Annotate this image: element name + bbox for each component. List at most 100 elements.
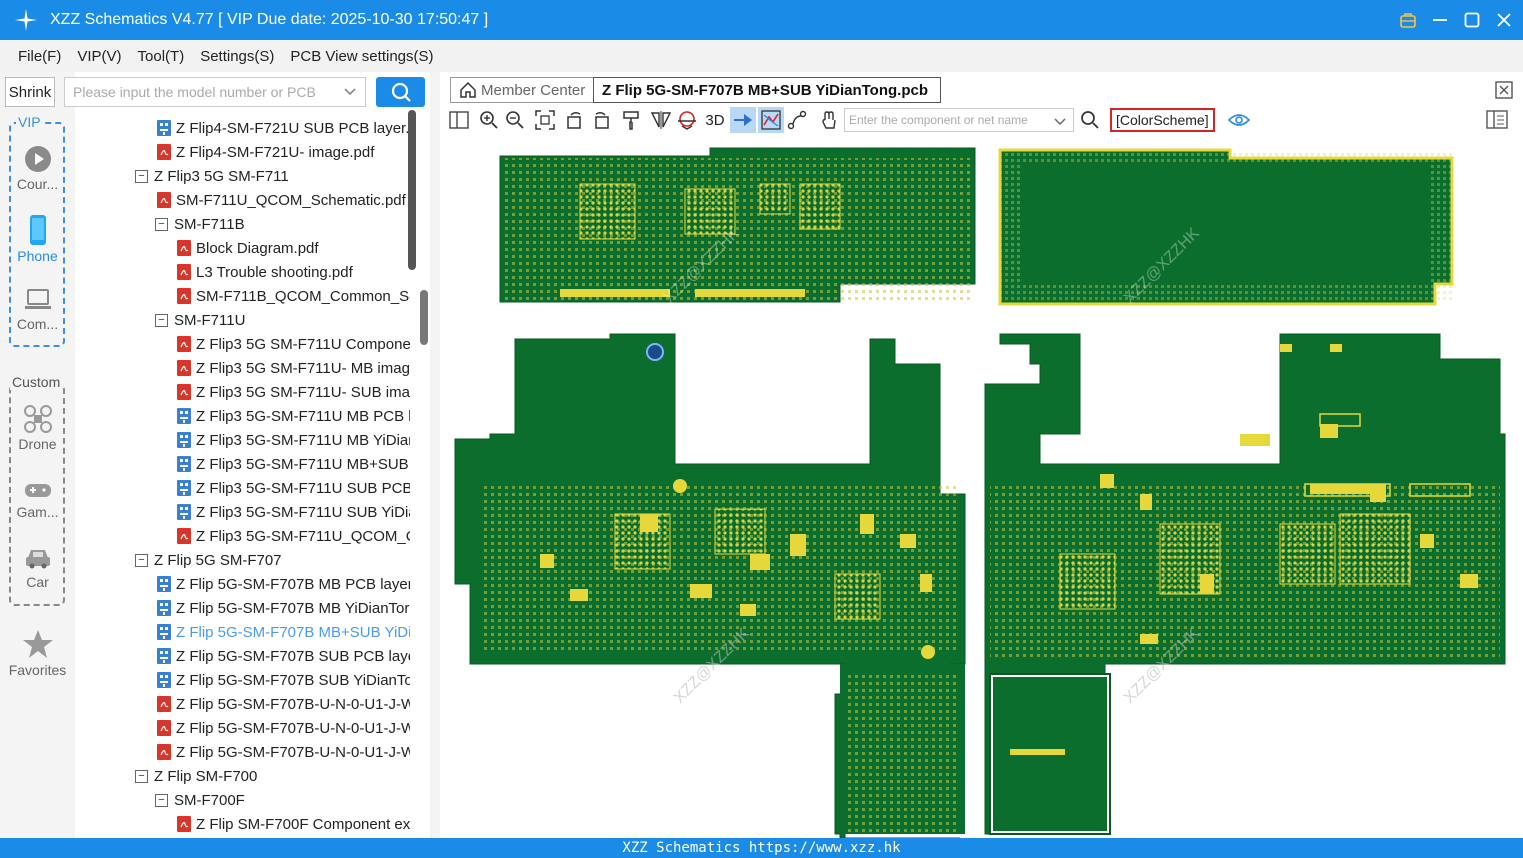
pcb-canvas[interactable]: XZZ@XZZHK XZZ@XZZHK XZZ@XZZHK XZZ@XZZHK [440,134,1523,838]
minimize-button[interactable] [1431,11,1449,29]
menu-settings[interactable]: Settings(S) [200,48,274,65]
nav-car[interactable]: Car [0,544,75,590]
tree-file[interactable]: Z Flip3 5G-SM-F711U SUB YiDia [177,500,410,524]
vip-bag-icon[interactable] [1399,11,1417,29]
chevron-down-icon[interactable] [343,84,357,98]
tree-item-label: Z Flip SM-F700 [154,767,258,785]
hand-button[interactable] [816,107,842,133]
tree-file[interactable]: Block Diagram.pdf [177,236,319,260]
pcb-file-icon [177,504,191,520]
collapse-toggle-icon[interactable]: − [155,313,168,327]
pcb-file-icon [157,600,171,616]
zoom-in-button[interactable] [476,107,502,133]
tree-folder[interactable]: − Z Flip 5G SM-F707 [135,548,282,572]
model-search-input[interactable]: Please input the model number or PCB [64,77,366,107]
tree-scrollbar-thumb[interactable] [420,290,428,345]
component-search-icon[interactable] [1080,110,1100,130]
pdf-file-icon [157,744,171,760]
tree-file[interactable]: Z Flip SM-F700F Component ex [177,812,410,836]
rotate-left-button[interactable] [562,107,588,133]
pdf-file-icon [177,360,191,376]
nav-courses[interactable]: Cour... [0,144,75,192]
pad [790,534,806,556]
menu-pcb-view-settings[interactable]: PCB View settings(S) [290,48,433,65]
maximize-button[interactable] [1463,11,1481,29]
tree-file[interactable]: Z Flip 5G-SM-F707B-U-N-0-U1-J-W [157,692,410,716]
tree-file[interactable]: Z Flip3 5G SM-F711U Compone [177,332,410,356]
tree-scrollbar[interactable] [408,110,416,270]
pcb-file-icon [177,480,191,496]
tree-file[interactable]: Z Flip4-SM-F721U SUB PCB layer.p [157,116,410,140]
search-button[interactable] [376,77,425,107]
tree-file[interactable]: Z Flip 5G-SM-F707B SUB PCB layer [157,644,410,668]
flip-button[interactable] [674,107,700,133]
tree-file[interactable]: Z Flip 5G-SM-F707B-U-N-0-U1-J-W [157,740,410,764]
zoom-out-button[interactable] [502,107,528,133]
net-highlight-button[interactable] [758,107,784,133]
tree-folder[interactable]: − SM-F711B [155,212,245,236]
tab-active-file[interactable]: Z Flip 5G-SM-F707B MB+SUB YiDianTong.pcb [593,77,941,103]
collapse-toggle-icon[interactable]: − [155,793,168,807]
rotate-right-button[interactable] [588,107,614,133]
shrink-button[interactable]: Shrink [5,77,55,107]
component-search-input[interactable]: Enter the component or net name [844,108,1074,132]
tree-file[interactable]: Z Flip 5G-SM-F707B MB PCB layer. [157,572,410,596]
close-tab-icon[interactable] [1495,81,1513,99]
app-logo-icon [15,9,37,31]
panel-splitter[interactable] [430,72,440,838]
tree-folder[interactable]: − SM-F700F [155,788,245,812]
pcb-board-view[interactable]: XZZ@XZZHK XZZ@XZZHK XZZ@XZZHK XZZ@XZZHK [440,134,1523,838]
pad [750,554,770,570]
collapse-toggle-icon[interactable]: − [155,217,168,231]
collapse-toggle-icon[interactable]: − [135,553,148,567]
nav-favorites[interactable]: Favorites [0,628,75,678]
tree-file[interactable]: Z Flip 5G-SM-F707B SUB YiDianTor [157,668,410,692]
tree-file[interactable]: Z Flip3 5G-SM-F711U MB PCB la [177,404,410,428]
menu-vip[interactable]: VIP(V) [77,48,121,65]
tree-item-label: Z Flip3 5G-SM-F711U_QCOM_Cc [196,527,410,545]
play-icon [24,146,51,172]
nav-game[interactable]: Gam... [0,478,75,520]
split-view-button[interactable] [446,107,472,133]
tree-file[interactable]: SM-F711U_QCOM_Schematic.pdf [157,188,406,212]
nav-drone[interactable]: Drone [0,404,75,452]
menu-file[interactable]: File(F) [18,48,61,65]
view-3d-button[interactable]: 3D [700,107,730,133]
fit-view-button[interactable] [532,107,558,133]
tab-member-center[interactable]: Member Center [450,77,595,103]
tree-file[interactable]: Z Flip 5G-SM-F707B-U-N-0-U1-J-W [157,716,410,740]
mirror-button[interactable] [648,107,674,133]
collapse-toggle-icon[interactable]: − [135,169,148,183]
chevron-down-icon[interactable] [1053,114,1067,128]
tree-file[interactable]: Z Flip3 5G-SM-F711U SUB PCB l [177,476,410,500]
tree-folder[interactable]: − Z Flip3 5G SM-F711 [135,164,289,188]
tree-file[interactable]: L3 Trouble shooting.pdf [177,260,353,284]
tree-file[interactable]: SM-F711B_QCOM_Common_Se [177,284,410,308]
pad [860,514,874,534]
menu-tool[interactable]: Tool(T) [138,48,185,65]
eye-icon[interactable] [1228,111,1250,129]
select-arrow-button[interactable] [730,107,756,133]
pad [1200,574,1214,594]
tree-file[interactable]: Z Flip3 5G-SM-F711U_QCOM_Cc [177,524,410,548]
tree-file[interactable]: Z Flip3 5G SM-F711U- MB imag [177,356,410,380]
tree-file[interactable]: Z Flip3 5G-SM-F711U MB YiDiar [177,428,410,452]
tree-folder[interactable]: − SM-F711U [155,308,245,332]
tree-file[interactable]: Z Flip3 5G-SM-F711U MB+SUB ' [177,452,410,476]
trace-button[interactable] [784,107,810,133]
tree-file[interactable]: Z Flip 5G-SM-F707B MB+SUB YiDi [157,620,410,644]
colorscheme-button[interactable]: [ColorScheme] [1110,108,1215,132]
nav-computer[interactable]: Com... [0,286,75,332]
tree-file[interactable]: Z Flip 5G-SM-F707B MB YiDianTor [157,596,409,620]
tree-file[interactable]: Z Flip3 5G SM-F711U- SUB imag [177,380,410,404]
search-icon [391,82,411,102]
nav-phone[interactable]: Phone [0,214,75,264]
tree-item-label: Z Flip 5G-SM-F707B-U-N-0-U1-J-W [176,719,410,737]
close-button[interactable] [1495,11,1513,29]
panel-toggle-icon[interactable] [1486,110,1508,130]
tree-folder[interactable]: − Z Flip SM-F700 [135,764,257,788]
paint-button[interactable] [618,107,644,133]
tree-item-label: Z Flip 5G SM-F707 [154,551,282,569]
tree-file[interactable]: Z Flip4-SM-F721U- image.pdf [157,140,374,164]
collapse-toggle-icon[interactable]: − [135,769,148,783]
